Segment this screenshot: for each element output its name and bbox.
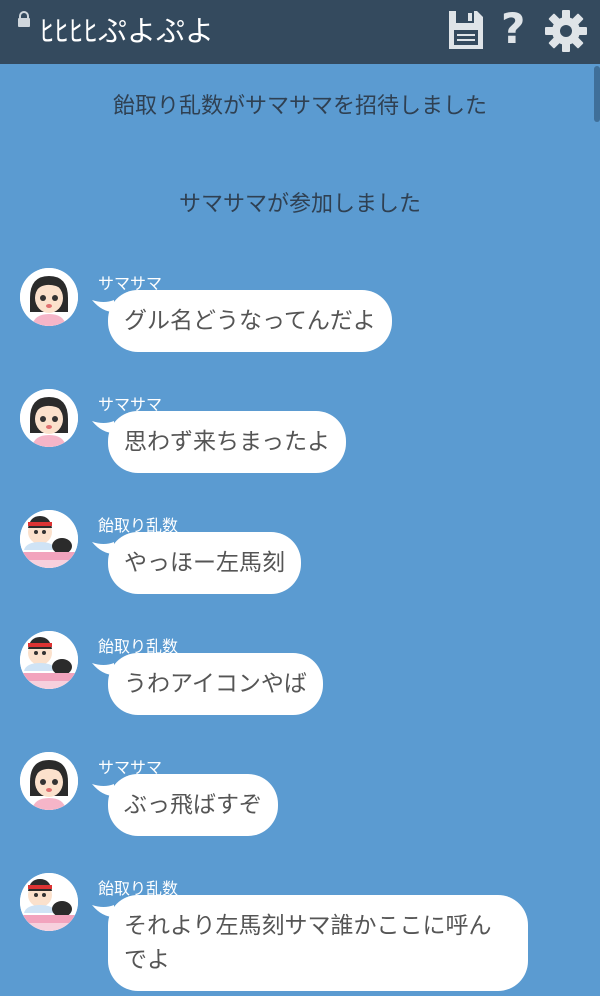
message-text-line: それより左馬刻サマ誰かここに呼ん — [124, 913, 492, 939]
gear-icon[interactable] — [544, 8, 588, 58]
system-message: サマサマが参加しました — [178, 192, 421, 217]
message-bubble[interactable]: やっほー左馬刻 — [108, 532, 301, 594]
message-text-line: でよ — [124, 947, 170, 973]
avatar[interactable] — [20, 873, 78, 931]
avatar[interactable] — [20, 389, 78, 447]
chat-title: ﾋﾋﾋﾋぷよぷよ — [40, 14, 215, 48]
avatar[interactable] — [20, 752, 78, 810]
message-bubble[interactable]: うわアイコンやば — [108, 653, 323, 715]
app-header: ﾋﾋﾋﾋぷよぷよ ? — [0, 0, 600, 64]
avatar[interactable] — [20, 631, 78, 689]
message-bubble[interactable]: グル名どうなってんだよ — [108, 290, 392, 352]
lock-icon — [17, 11, 31, 31]
message-bubble[interactable]: 思わず来ちまったよ — [108, 411, 347, 473]
system-message: 飴取り乱数がサマサマを招待しました — [112, 94, 487, 119]
avatar[interactable] — [20, 268, 78, 326]
message-bubble[interactable]: それより左馬刻サマ誰かここに呼ん でよ — [108, 895, 528, 991]
save-icon[interactable] — [446, 8, 486, 56]
help-button[interactable]: ? — [501, 4, 525, 54]
avatar[interactable] — [20, 510, 78, 568]
message-bubble[interactable]: ぶっ飛ばすぞ — [108, 774, 278, 836]
